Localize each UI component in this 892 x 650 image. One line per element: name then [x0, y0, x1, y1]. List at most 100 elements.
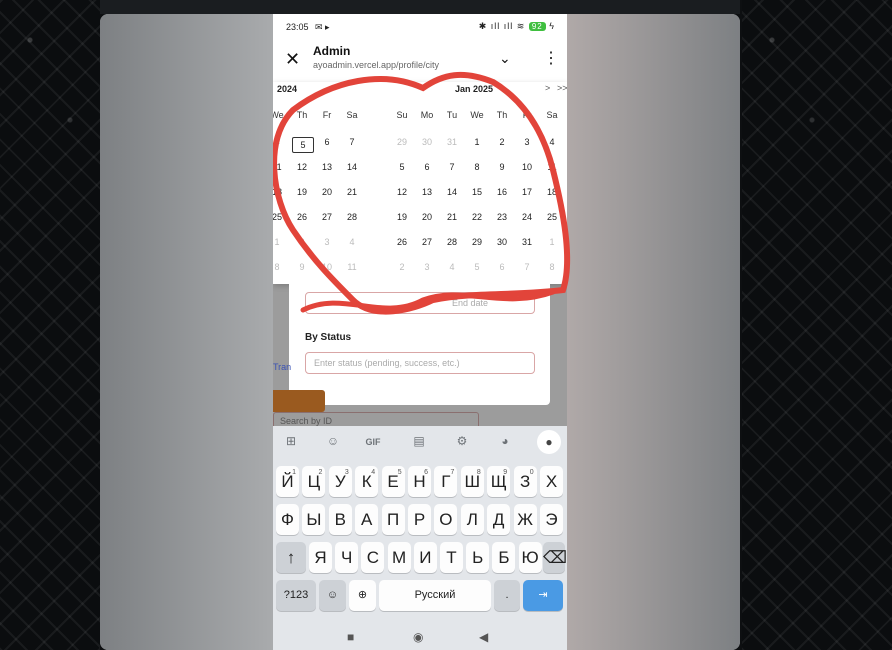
key-row2-2[interactable]: Ы	[302, 504, 326, 535]
language-key[interactable]: ⊕	[349, 580, 376, 611]
calendar-day[interactable]: 5	[467, 262, 487, 272]
calendar-day[interactable]: 22	[467, 212, 487, 222]
calendar-day[interactable]: 4	[342, 237, 362, 247]
gif-button[interactable]: GIF	[363, 437, 383, 447]
key-row3-6[interactable]: Т	[440, 542, 463, 573]
calendar-day[interactable]: 11	[342, 262, 362, 272]
calendar-day[interactable]: 31	[442, 137, 462, 147]
calendar-day[interactable]: 15	[467, 187, 487, 197]
key-row3-9[interactable]: Ю	[518, 542, 542, 573]
calendar-day[interactable]: 26	[392, 237, 412, 247]
period-key[interactable]: .	[494, 580, 520, 611]
symbols-key[interactable]: ?123	[276, 580, 316, 611]
transactions-link[interactable]: Tran	[273, 362, 291, 372]
calendar-day[interactable]: 28	[442, 237, 462, 247]
calendar-day[interactable]: 14	[442, 187, 462, 197]
calendar-day[interactable]: 31	[517, 237, 537, 247]
calendar-day[interactable]: 21	[442, 212, 462, 222]
calendar-day[interactable]: 21	[342, 187, 362, 197]
calendar-day[interactable]: 18	[273, 187, 287, 197]
calendar-day[interactable]: 24	[517, 212, 537, 222]
key-row3-5[interactable]: И	[413, 542, 437, 573]
calendar-day[interactable]: 8	[542, 262, 562, 272]
calendar-day[interactable]: 19	[392, 212, 412, 222]
key-row3-3[interactable]: С	[361, 542, 385, 573]
calendar-day[interactable]: 3	[317, 237, 337, 247]
status-input[interactable]: Enter status (pending, success, etc.)	[305, 352, 535, 374]
key-row2-6[interactable]: Р	[408, 504, 431, 535]
calendar-day[interactable]: 2	[292, 237, 312, 247]
calendar-day[interactable]: 4	[542, 137, 562, 147]
calendar-day[interactable]: 8	[273, 262, 287, 272]
key-7[interactable]: Г7	[434, 466, 458, 497]
calendar-day[interactable]: 30	[492, 237, 512, 247]
calendar-day[interactable]: 28	[342, 212, 362, 222]
key-row2-8[interactable]: Л	[460, 504, 484, 535]
page-url[interactable]: ayoadmin.vercel.app/profile/city	[313, 60, 439, 70]
calendar-day[interactable]: 2	[492, 137, 512, 147]
calendar-day[interactable]: 20	[417, 212, 437, 222]
key-row3-1[interactable]: Я	[309, 542, 332, 573]
shift-key[interactable]: ↑	[276, 542, 306, 573]
calendar-day[interactable]: 5	[292, 137, 314, 153]
calendar-day[interactable]: 4	[442, 262, 462, 272]
calendar-day[interactable]: 6	[317, 137, 337, 147]
key-10[interactable]: З0	[513, 466, 537, 497]
next-month-button[interactable]: >	[545, 83, 550, 93]
calendar-day[interactable]: 7	[442, 162, 462, 172]
calendar-day[interactable]: 6	[492, 262, 512, 272]
calendar-day[interactable]: 26	[292, 212, 312, 222]
calendar-day[interactable]: 7	[517, 262, 537, 272]
calendar-day[interactable]: 1	[542, 237, 562, 247]
calendar-day[interactable]: 29	[467, 237, 487, 247]
calendar-day[interactable]: 30	[417, 137, 437, 147]
key-3[interactable]: У3	[328, 466, 352, 497]
calendar-day[interactable]: 11	[542, 162, 562, 172]
gear-icon[interactable]: ⚙	[452, 434, 472, 448]
key-4[interactable]: К4	[355, 466, 379, 497]
calendar-day[interactable]: 25	[273, 212, 287, 222]
home-icon[interactable]: ◉	[413, 630, 423, 644]
key-6[interactable]: Н6	[408, 466, 431, 497]
key-row3-4[interactable]: М	[387, 542, 411, 573]
calendar-day[interactable]: 6	[417, 162, 437, 172]
calendar-day[interactable]: 3	[517, 137, 537, 147]
calendar-day[interactable]: 14	[342, 162, 362, 172]
calendar-day[interactable]: 16	[492, 187, 512, 197]
emoji-key[interactable]: ☺	[319, 580, 346, 611]
calendar-day[interactable]: 17	[517, 187, 537, 197]
calendar-day[interactable]: 13	[317, 162, 337, 172]
key-2[interactable]: Ц2	[302, 466, 326, 497]
apps-icon[interactable]: ⊞	[281, 434, 301, 448]
key-1[interactable]: Й1	[276, 466, 299, 497]
calendar-day[interactable]: 5	[392, 162, 412, 172]
enter-key[interactable]: ⇥	[523, 580, 563, 611]
more-options-icon[interactable]: ⋮	[543, 48, 559, 68]
close-icon[interactable]: ✕	[285, 49, 300, 70]
key-row2-5[interactable]: П	[381, 504, 405, 535]
key-row2-9[interactable]: Д	[487, 504, 511, 535]
key-row2-7[interactable]: О	[434, 504, 458, 535]
calendar-day[interactable]: 11	[273, 162, 287, 172]
calendar-day[interactable]: 7	[342, 137, 362, 147]
clipboard-icon[interactable]: ▤	[409, 434, 429, 448]
background-button[interactable]	[273, 390, 325, 412]
key-row3-7[interactable]: Ь	[466, 542, 490, 573]
key-row2-3[interactable]: В	[328, 504, 352, 535]
calendar-day[interactable]: 19	[292, 187, 312, 197]
calendar-day[interactable]: 10	[517, 162, 537, 172]
calendar-day[interactable]: 1	[273, 237, 287, 247]
calendar-day[interactable]: 23	[492, 212, 512, 222]
key-5[interactable]: Е5	[381, 466, 405, 497]
end-date-field[interactable]: End date	[305, 292, 535, 314]
space-key[interactable]: Русский	[379, 580, 491, 611]
calendar-day[interactable]: 13	[417, 187, 437, 197]
calendar-day[interactable]: 27	[317, 212, 337, 222]
key-8[interactable]: Ш8	[460, 466, 484, 497]
calendar-day[interactable]: 10	[317, 262, 337, 272]
calendar-day[interactable]: 3	[417, 262, 437, 272]
next-year-button[interactable]: >>	[557, 83, 567, 93]
calendar-day[interactable]: 27	[417, 237, 437, 247]
key-row2-10[interactable]: Ж	[513, 504, 537, 535]
key-row2-11[interactable]: Э	[540, 504, 563, 535]
